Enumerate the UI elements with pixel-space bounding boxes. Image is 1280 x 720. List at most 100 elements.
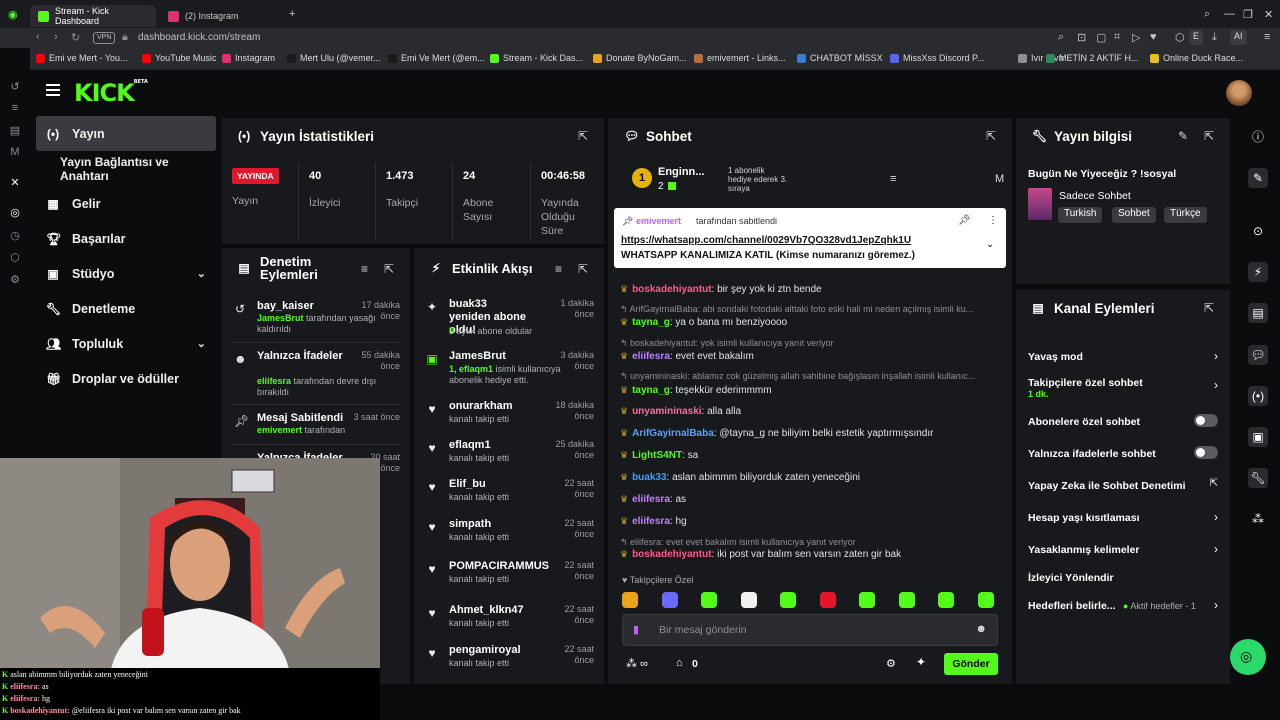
emote-icon[interactable] — [859, 592, 875, 608]
chevron-down-icon[interactable]: ⌄ — [986, 239, 994, 250]
target-icon[interactable]: ⊙ — [1248, 221, 1268, 241]
send-button[interactable]: Gönder — [944, 653, 998, 675]
play-icon[interactable]: ▷ — [1132, 31, 1140, 44]
nav-item-drops[interactable]: 🎁︎ Droplar ve ödüller — [36, 361, 216, 396]
back-icon[interactable]: ‹ — [36, 31, 40, 43]
popout-icon[interactable]: ⇱ — [578, 129, 588, 143]
bookmark-item[interactable]: CHATBOT MİSSX — [797, 53, 883, 63]
chat-settings-icon[interactable]: ⚙ — [886, 657, 896, 670]
stack-icon[interactable]: ≡ — [9, 102, 21, 114]
toggle-switch[interactable] — [1194, 446, 1218, 459]
chat-input[interactable]: ▮ Bir mesaj gönderin ☻ — [622, 614, 998, 646]
popout-icon[interactable]: ⇱ — [1204, 129, 1214, 143]
toggle-switch[interactable] — [1194, 414, 1218, 427]
chat-reply-context[interactable]: ↰ ArifGayirnalBaba: abi sondaki fotodaki… — [620, 304, 973, 315]
lightning-icon[interactable]: ⚡︎ — [1248, 262, 1268, 282]
nav-item-stream[interactable]: (•) Yayın — [36, 116, 216, 151]
store-icon[interactable]: ⌂ — [676, 657, 683, 669]
chat-message[interactable]: ♛ eliifesra: as — [620, 494, 686, 505]
emoji-icon[interactable]: ☻ — [975, 623, 987, 635]
screenshot-icon[interactable]: ⊡ — [1077, 31, 1086, 44]
emote-icon[interactable] — [977, 592, 994, 608]
bookmark-item[interactable]: YouTube Music — [142, 53, 216, 63]
new-tab-icon[interactable]: + — [289, 8, 295, 20]
pinned-by-user[interactable]: emivemert — [636, 216, 681, 226]
emote-icon[interactable] — [780, 592, 796, 608]
chat-username[interactable]: ArifGayirnalBaba — [632, 428, 714, 439]
tag-chip[interactable]: Türkçe — [1164, 207, 1207, 223]
browser-menu-icon[interactable]: ◉ — [8, 8, 18, 21]
history-icon[interactable]: ↺ — [9, 80, 21, 93]
extensions-icon[interactable]: ⬡ — [1175, 31, 1185, 44]
bookmark-item[interactable]: Mert Ulu (@vemer... — [287, 53, 381, 63]
bookmark-item[interactable]: emivemert - Links... — [694, 53, 786, 63]
chat-username[interactable]: eliifesra — [632, 516, 670, 527]
community-icon[interactable]: ⁂ — [1248, 509, 1268, 529]
channel-action-item[interactable]: Yasaklanmış kelimeler › — [1028, 542, 1218, 556]
chat-message[interactable]: ♛ LightS4NT: sa — [620, 450, 698, 461]
item-user[interactable]: eliifesra — [257, 376, 291, 386]
kick-logo[interactable]: KICKBETA — [74, 79, 148, 107]
nav-item-stream-key[interactable]: Yayın Bağlantısı ve Anahtarı — [36, 151, 216, 186]
document-icon[interactable]: ▤ — [1248, 303, 1268, 323]
download-icon[interactable]: ⤓ — [1212, 31, 1217, 44]
profile-chip[interactable]: E — [1189, 30, 1204, 45]
bookmark-item[interactable]: Stream - Kick Das... — [490, 53, 583, 63]
ai-button[interactable]: AI — [1230, 30, 1247, 45]
channel-action-item[interactable]: Hedefleri belirle... ● Aktif hedefler - … — [1028, 598, 1218, 612]
points-icon[interactable]: ⁂ ∞ — [626, 657, 648, 670]
nav-item-community[interactable]: 👥︎ Topluluk ⌄ — [36, 326, 216, 361]
chat-reply-context[interactable]: ↰ unyamininaski: ablamız cok güzelmiş al… — [620, 371, 975, 382]
url-field[interactable]: dashboard.kick.com/stream — [138, 32, 260, 43]
unpin-icon[interactable]: 📌︎ — [958, 215, 971, 226]
nav-item-achievements[interactable]: 🏆︎ Başarılar — [36, 221, 216, 256]
chat-message[interactable]: ♛ boskadehiyantut: iki post var balım sen… — [620, 549, 901, 560]
emote-icon[interactable] — [819, 592, 836, 608]
emote-icon[interactable] — [622, 592, 638, 608]
bookmark-item[interactable]: Emi Ve Mert (@em... — [388, 53, 485, 63]
broadcast-icon[interactable]: (•) — [1248, 386, 1268, 406]
zoom-icon[interactable]: ⌕ — [1058, 31, 1064, 44]
emote-icon[interactable] — [938, 592, 954, 608]
edit-icon[interactable]: ✎ — [1248, 168, 1268, 188]
emote-icon[interactable] — [701, 592, 717, 608]
channel-action-item[interactable]: Yalnızca ifadelerle sohbet — [1028, 446, 1218, 460]
chat-reply-context[interactable]: ↰ eliifesra: evet evet bakalım isimli ku… — [620, 537, 856, 548]
channel-action-item[interactable]: İzleyici Yönlendir — [1028, 570, 1218, 584]
emote-icon[interactable] — [898, 592, 915, 608]
emote-icon[interactable] — [661, 592, 678, 608]
reload-icon[interactable]: ↻ — [71, 31, 80, 44]
wrench-icon[interactable]: 🔧︎ — [1248, 468, 1268, 488]
popout-icon[interactable]: ⇱ — [986, 129, 996, 143]
tag-chip[interactable]: Sohbet — [1112, 207, 1156, 223]
bookmark-tab-icon[interactable]: ▢ — [1096, 31, 1106, 44]
item-user[interactable]: JamesBrut — [257, 313, 304, 323]
category-name[interactable]: Sadece Sohbet — [1059, 190, 1131, 202]
leader-name[interactable]: Enginn... — [658, 166, 704, 178]
chat-message[interactable]: ♛ unyamininaski: alla alla — [620, 406, 741, 417]
chat-username[interactable]: boskadehiyantut — [632, 284, 711, 295]
crop-icon[interactable]: ⌗ — [1114, 31, 1120, 44]
chat-username[interactable]: unyamininaski — [632, 406, 701, 417]
package-icon[interactable]: ⬡ — [9, 251, 21, 264]
chat-username[interactable]: buak33 — [632, 472, 666, 483]
tag-chip[interactable]: Turkish — [1058, 207, 1103, 223]
popout-icon[interactable]: ⇱ — [384, 262, 394, 276]
support-button[interactable]: ◎ — [1230, 639, 1266, 675]
minimize-icon[interactable]: — — [1224, 8, 1235, 20]
channel-action-item[interactable]: Yapay Zeka ile Sohbet Denetimi ⇱ — [1028, 478, 1218, 492]
popout-icon[interactable]: ⇱ — [1204, 301, 1214, 315]
chat-username[interactable]: tayna_g — [632, 385, 670, 396]
chat-message[interactable]: ♛ eliifesra: hg — [620, 516, 687, 527]
chat-username[interactable]: boskadehiyantut — [632, 549, 711, 560]
chat-username[interactable]: eliifesra — [632, 351, 670, 362]
bookmark-item[interactable]: Donate ByNoGam... — [593, 53, 687, 63]
x-icon[interactable]: ✕ — [9, 176, 21, 189]
maximize-icon[interactable]: ❐ — [1243, 8, 1253, 21]
channel-action-item[interactable]: Takipçilere özel sohbet 1 dk. › — [1028, 375, 1218, 399]
chat-message[interactable]: ♛ tayna_g: teşekkür ederimmmm — [620, 385, 772, 396]
user-avatar[interactable] — [1226, 80, 1252, 106]
clock-icon[interactable]: ◷ — [9, 229, 21, 242]
wallet-icon[interactable]: ▤ — [9, 124, 21, 137]
chat-username[interactable]: LightS4NT — [632, 450, 682, 461]
